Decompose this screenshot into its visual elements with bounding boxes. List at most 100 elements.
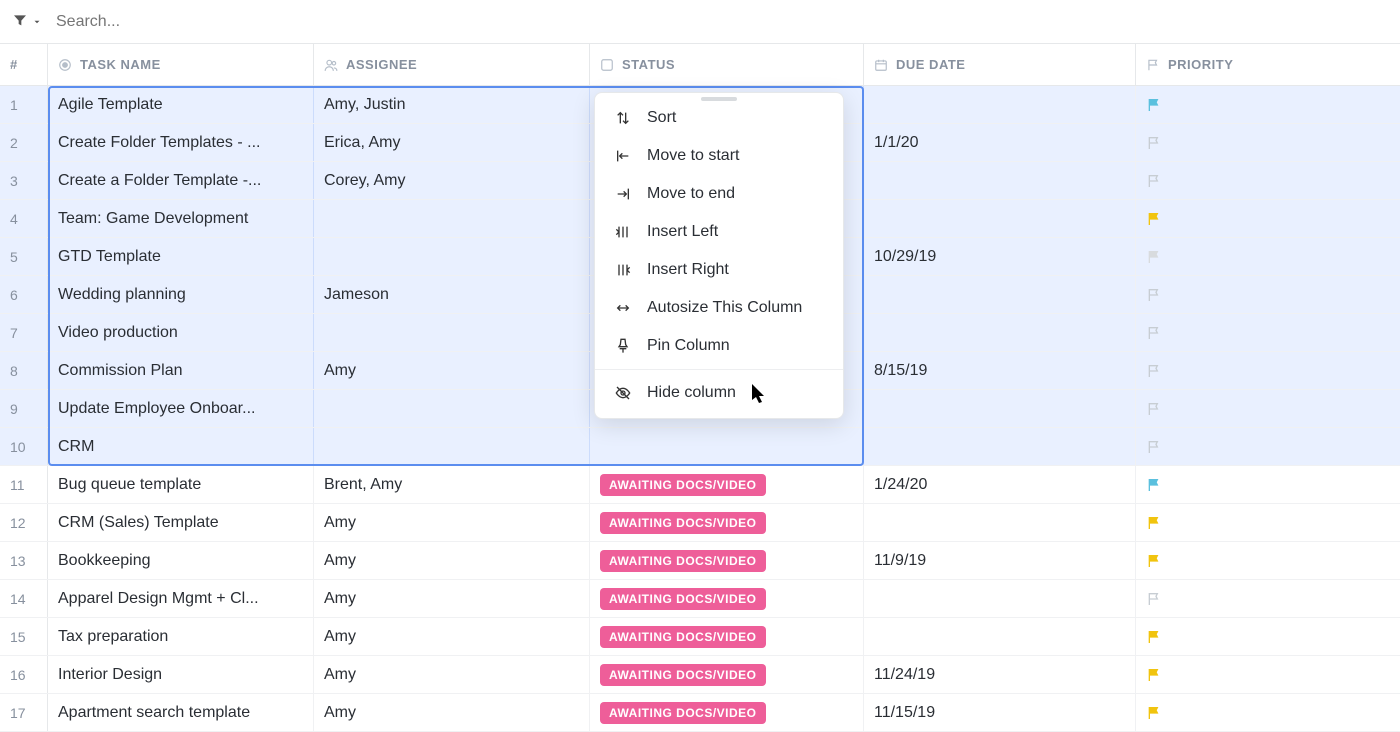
duedate-cell[interactable]: 1/24/20 bbox=[864, 466, 1136, 503]
duedate-cell[interactable]: 11/24/19 bbox=[864, 656, 1136, 693]
duedate-cell[interactable] bbox=[864, 580, 1136, 617]
task-name-cell[interactable]: Video production bbox=[48, 314, 314, 351]
assignee-cell[interactable]: Amy bbox=[314, 504, 590, 541]
status-cell[interactable]: AWAITING DOCS/VIDEO bbox=[590, 580, 864, 617]
priority-cell[interactable] bbox=[1136, 352, 1400, 389]
status-cell[interactable]: AWAITING DOCS/VIDEO bbox=[590, 656, 864, 693]
duedate-cell[interactable] bbox=[864, 86, 1136, 123]
duedate-cell[interactable] bbox=[864, 618, 1136, 655]
task-name-cell[interactable]: Create Folder Templates - ... bbox=[48, 124, 314, 161]
task-name-cell[interactable]: Apartment search template bbox=[48, 694, 314, 731]
filter-button[interactable] bbox=[12, 12, 42, 31]
menu-hide[interactable]: Hide column bbox=[595, 374, 843, 412]
table-row[interactable]: 17Apartment search templateAmyAWAITING D… bbox=[0, 694, 1400, 732]
priority-cell[interactable] bbox=[1136, 162, 1400, 199]
duedate-cell[interactable]: 10/29/19 bbox=[864, 238, 1136, 275]
assignee-cell[interactable]: Amy bbox=[314, 618, 590, 655]
task-name-cell[interactable]: Commission Plan bbox=[48, 352, 314, 389]
duedate-cell[interactable]: 11/15/19 bbox=[864, 694, 1136, 731]
task-name-cell[interactable]: Tax preparation bbox=[48, 618, 314, 655]
status-cell[interactable]: AWAITING DOCS/VIDEO bbox=[590, 694, 864, 731]
duedate-cell[interactable] bbox=[864, 276, 1136, 313]
table-row[interactable]: 16Interior DesignAmyAWAITING DOCS/VIDEO1… bbox=[0, 656, 1400, 694]
duedate-cell[interactable] bbox=[864, 162, 1136, 199]
status-cell[interactable]: AWAITING DOCS/VIDEO bbox=[590, 504, 864, 541]
header-status[interactable]: STATUS bbox=[590, 44, 864, 85]
duedate-cell[interactable]: 1/1/20 bbox=[864, 124, 1136, 161]
menu-autosize[interactable]: Autosize This Column bbox=[595, 289, 843, 327]
menu-move-start[interactable]: Move to start bbox=[595, 137, 843, 175]
assignee-cell[interactable] bbox=[314, 390, 590, 427]
priority-cell[interactable] bbox=[1136, 124, 1400, 161]
header-num[interactable]: # bbox=[0, 44, 48, 85]
search-input[interactable] bbox=[52, 9, 252, 35]
duedate-cell[interactable] bbox=[864, 200, 1136, 237]
priority-cell[interactable] bbox=[1136, 86, 1400, 123]
task-name-cell[interactable]: Update Employee Onboar... bbox=[48, 390, 314, 427]
assignee-cell[interactable]: Amy, Justin bbox=[314, 86, 590, 123]
assignee-cell[interactable] bbox=[314, 428, 590, 465]
assignee-cell[interactable]: Brent, Amy bbox=[314, 466, 590, 503]
menu-pin[interactable]: Pin Column bbox=[595, 327, 843, 365]
table-row[interactable]: 13BookkeepingAmyAWAITING DOCS/VIDEO11/9/… bbox=[0, 542, 1400, 580]
task-name-cell[interactable]: Create a Folder Template -... bbox=[48, 162, 314, 199]
table-row[interactable]: 11Bug queue templateBrent, AmyAWAITING D… bbox=[0, 466, 1400, 504]
assignee-cell[interactable] bbox=[314, 314, 590, 351]
duedate-cell[interactable]: 11/9/19 bbox=[864, 542, 1136, 579]
task-name-cell[interactable]: Interior Design bbox=[48, 656, 314, 693]
priority-cell[interactable] bbox=[1136, 618, 1400, 655]
table-row[interactable]: 12CRM (Sales) TemplateAmyAWAITING DOCS/V… bbox=[0, 504, 1400, 542]
assignee-cell[interactable] bbox=[314, 238, 590, 275]
header-task[interactable]: TASK NAME bbox=[48, 44, 314, 85]
duedate-cell[interactable] bbox=[864, 428, 1136, 465]
assignee-cell[interactable]: Amy bbox=[314, 694, 590, 731]
priority-cell[interactable] bbox=[1136, 542, 1400, 579]
assignee-cell[interactable]: Amy bbox=[314, 656, 590, 693]
task-name-cell[interactable]: CRM (Sales) Template bbox=[48, 504, 314, 541]
table-row[interactable]: 14Apparel Design Mgmt + Cl...AmyAWAITING… bbox=[0, 580, 1400, 618]
task-name-cell[interactable]: Wedding planning bbox=[48, 276, 314, 313]
priority-cell[interactable] bbox=[1136, 314, 1400, 351]
assignee-cell[interactable]: Jameson bbox=[314, 276, 590, 313]
menu-move-end[interactable]: Move to end bbox=[595, 175, 843, 213]
task-name-cell[interactable]: GTD Template bbox=[48, 238, 314, 275]
header-priority[interactable]: PRIORITY bbox=[1136, 44, 1400, 85]
task-name-cell[interactable]: Apparel Design Mgmt + Cl... bbox=[48, 580, 314, 617]
priority-cell[interactable] bbox=[1136, 238, 1400, 275]
table-row[interactable]: 10CRM bbox=[0, 428, 1400, 466]
assignee-cell[interactable]: Amy bbox=[314, 352, 590, 389]
priority-cell[interactable] bbox=[1136, 428, 1400, 465]
task-name-cell[interactable]: CRM bbox=[48, 428, 314, 465]
duedate-cell[interactable]: 8/15/19 bbox=[864, 352, 1136, 389]
priority-cell[interactable] bbox=[1136, 466, 1400, 503]
priority-cell[interactable] bbox=[1136, 504, 1400, 541]
assignee-cell[interactable]: Amy bbox=[314, 542, 590, 579]
table-row[interactable]: 15Tax preparationAmyAWAITING DOCS/VIDEO bbox=[0, 618, 1400, 656]
menu-sort[interactable]: Sort bbox=[595, 99, 843, 137]
header-duedate[interactable]: DUE DATE bbox=[864, 44, 1136, 85]
menu-insert-left[interactable]: Insert Left bbox=[595, 213, 843, 251]
menu-insert-right[interactable]: Insert Right bbox=[595, 251, 843, 289]
duedate-cell[interactable] bbox=[864, 504, 1136, 541]
priority-cell[interactable] bbox=[1136, 656, 1400, 693]
task-name-cell[interactable]: Bookkeeping bbox=[48, 542, 314, 579]
assignee-cell[interactable]: Corey, Amy bbox=[314, 162, 590, 199]
task-name-cell[interactable]: Team: Game Development bbox=[48, 200, 314, 237]
priority-cell[interactable] bbox=[1136, 580, 1400, 617]
task-name-cell[interactable]: Agile Template bbox=[48, 86, 314, 123]
header-assignee[interactable]: ASSIGNEE bbox=[314, 44, 590, 85]
status-cell[interactable]: AWAITING DOCS/VIDEO bbox=[590, 466, 864, 503]
duedate-cell[interactable] bbox=[864, 390, 1136, 427]
assignee-cell[interactable]: Erica, Amy bbox=[314, 124, 590, 161]
status-cell[interactable]: AWAITING DOCS/VIDEO bbox=[590, 542, 864, 579]
priority-cell[interactable] bbox=[1136, 390, 1400, 427]
priority-cell[interactable] bbox=[1136, 694, 1400, 731]
duedate-cell[interactable] bbox=[864, 314, 1136, 351]
assignee-cell[interactable] bbox=[314, 200, 590, 237]
priority-cell[interactable] bbox=[1136, 200, 1400, 237]
priority-cell[interactable] bbox=[1136, 276, 1400, 313]
task-name-cell[interactable]: Bug queue template bbox=[48, 466, 314, 503]
status-cell[interactable] bbox=[590, 428, 864, 465]
status-cell[interactable]: AWAITING DOCS/VIDEO bbox=[590, 618, 864, 655]
assignee-cell[interactable]: Amy bbox=[314, 580, 590, 617]
